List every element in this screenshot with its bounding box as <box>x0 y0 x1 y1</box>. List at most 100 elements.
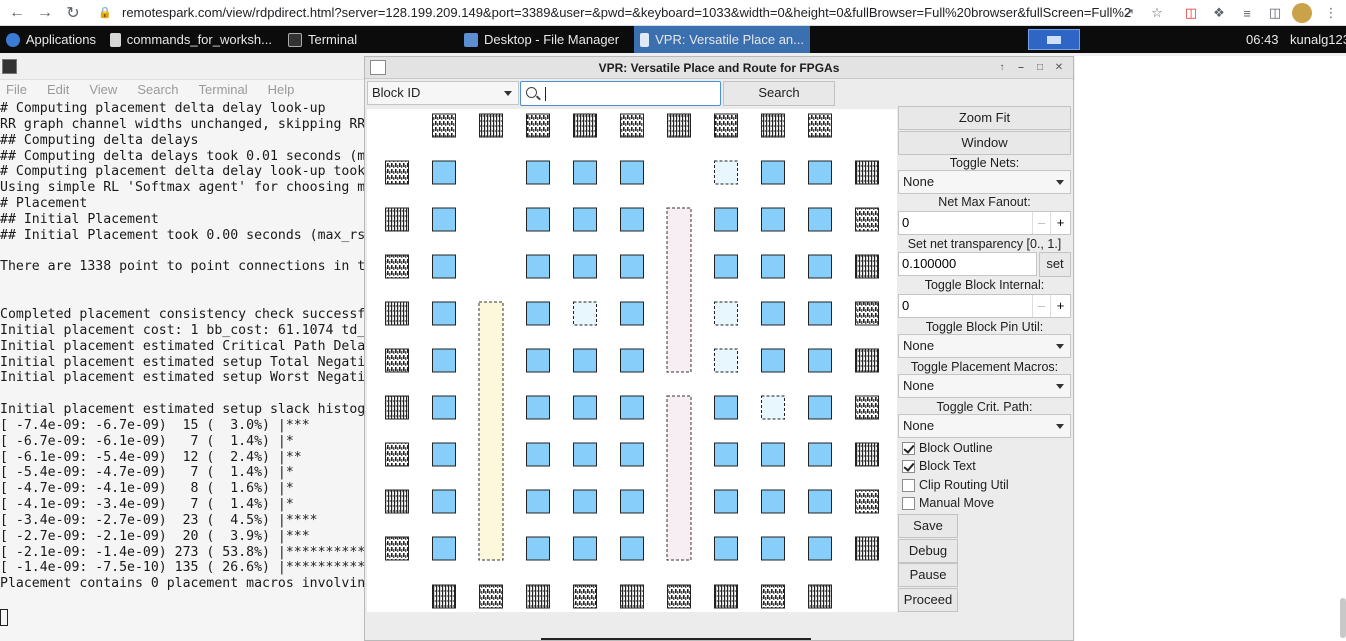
block-text-checkbox[interactable]: Block Text <box>902 459 976 473</box>
bookmark-star-icon[interactable]: ☆ <box>1146 2 1168 24</box>
clb-block[interactable] <box>526 536 550 561</box>
clb-block[interactable] <box>573 207 597 232</box>
decrement-button[interactable]: – <box>1032 295 1050 317</box>
io-block[interactable] <box>667 584 691 609</box>
io-block[interactable] <box>479 113 503 138</box>
decrement-button[interactable]: – <box>1032 212 1050 234</box>
io-block[interactable] <box>714 584 738 609</box>
clb-block[interactable] <box>620 301 644 326</box>
transparency-input[interactable]: 0.100000 <box>898 252 1037 276</box>
clb-block[interactable] <box>526 442 550 467</box>
toggle-nets-select[interactable]: None <box>898 170 1071 194</box>
clb-block[interactable] <box>573 395 597 420</box>
clb-block[interactable] <box>808 395 832 420</box>
search-type-select[interactable]: Block ID <box>367 81 519 105</box>
clb-block[interactable] <box>761 160 785 185</box>
io-block[interactable] <box>385 442 409 467</box>
forward-icon[interactable]: → <box>34 2 56 24</box>
dsp-block[interactable] <box>666 395 692 561</box>
io-block[interactable] <box>620 113 644 138</box>
menu-edit[interactable]: Edit <box>41 80 69 100</box>
clb-block[interactable] <box>432 536 456 561</box>
clb-block[interactable] <box>761 254 785 279</box>
transparency-set-button[interactable]: set <box>1039 252 1071 277</box>
increment-button[interactable]: + <box>1050 295 1070 317</box>
io-block[interactable] <box>855 207 879 232</box>
clb-block-empty[interactable] <box>573 301 597 326</box>
clb-block[interactable] <box>432 301 456 326</box>
checkbox-box[interactable] <box>902 496 915 510</box>
minimize-icon[interactable]: – <box>1013 60 1029 76</box>
search-input[interactable] <box>520 81 721 106</box>
crit-path-select[interactable]: None <box>898 414 1071 438</box>
clb-block[interactable] <box>761 207 785 232</box>
io-block[interactable] <box>620 584 644 609</box>
menu-file[interactable]: File <box>0 80 27 100</box>
io-block[interactable] <box>385 301 409 326</box>
io-block[interactable] <box>385 160 409 185</box>
close-icon[interactable]: ✕ <box>1051 60 1067 76</box>
io-block[interactable] <box>761 584 785 609</box>
scrollbar[interactable] <box>1340 598 1346 638</box>
clb-block[interactable] <box>432 489 456 514</box>
clb-block[interactable] <box>620 207 644 232</box>
clb-block[interactable] <box>432 160 456 185</box>
io-block[interactable] <box>855 254 879 279</box>
clb-block[interactable] <box>573 489 597 514</box>
clb-block[interactable] <box>573 254 597 279</box>
io-block[interactable] <box>385 536 409 561</box>
proceed-button[interactable]: Proceed <box>898 588 958 612</box>
clb-block[interactable] <box>573 348 597 373</box>
maximize-icon[interactable]: □ <box>1032 60 1048 76</box>
net-max-fanout-spinner[interactable]: 0 – + <box>898 211 1071 235</box>
clb-block[interactable] <box>620 536 644 561</box>
clb-block[interactable] <box>432 207 456 232</box>
fpga-grid[interactable] <box>367 109 897 612</box>
clb-block[interactable] <box>808 348 832 373</box>
placement-macros-select[interactable]: None <box>898 374 1071 398</box>
clb-block[interactable] <box>526 489 550 514</box>
io-block[interactable] <box>385 348 409 373</box>
clb-block[interactable] <box>761 489 785 514</box>
extensions-puzzle-icon[interactable]: ❖ <box>1208 2 1230 24</box>
clb-block[interactable] <box>526 395 550 420</box>
io-block[interactable] <box>667 113 691 138</box>
io-block[interactable] <box>855 160 879 185</box>
clb-block[interactable] <box>526 160 550 185</box>
clb-block[interactable] <box>714 442 738 467</box>
shade-icon[interactable]: ↑ <box>994 60 1010 76</box>
clb-block[interactable] <box>808 207 832 232</box>
menu-help[interactable]: Help <box>262 80 295 100</box>
clb-block-empty[interactable] <box>714 160 738 185</box>
clb-block[interactable] <box>432 348 456 373</box>
io-block[interactable] <box>573 584 597 609</box>
task-terminal[interactable]: Terminal <box>282 26 458 53</box>
address-bar[interactable]: 🔒 remotespark.com/view/rdpdirect.html?se… <box>98 2 1140 23</box>
fpga-canvas[interactable] <box>367 109 897 612</box>
memory-block[interactable] <box>478 301 504 561</box>
terminal-output[interactable]: # Computing placement delta delay look-u… <box>0 101 365 592</box>
io-block[interactable] <box>385 395 409 420</box>
menu-dots-icon[interactable]: ⋮ <box>1320 2 1342 24</box>
clb-block[interactable] <box>714 207 738 232</box>
io-block[interactable] <box>855 348 879 373</box>
menu-terminal[interactable]: Terminal <box>193 80 248 100</box>
extension-shield-icon[interactable]: ◫ <box>1180 2 1202 24</box>
io-block[interactable] <box>385 254 409 279</box>
io-block[interactable] <box>808 113 832 138</box>
clb-block[interactable] <box>573 536 597 561</box>
task-file-manager[interactable]: Desktop - File Manager <box>458 26 630 53</box>
clb-block[interactable] <box>714 536 738 561</box>
clb-block-empty[interactable] <box>714 348 738 373</box>
zoom-fit-button[interactable]: Zoom Fit <box>898 106 1071 130</box>
clb-block[interactable] <box>432 254 456 279</box>
search-button[interactable]: Search <box>723 81 835 106</box>
menu-search[interactable]: Search <box>131 80 178 100</box>
dsp-block[interactable] <box>666 207 692 373</box>
checkbox-box[interactable] <box>902 441 915 455</box>
io-block[interactable] <box>526 113 550 138</box>
io-block[interactable] <box>432 113 456 138</box>
reading-list-icon[interactable]: ≡ <box>1236 2 1258 24</box>
profile-avatar[interactable] <box>1292 3 1312 23</box>
io-block[interactable] <box>385 207 409 232</box>
